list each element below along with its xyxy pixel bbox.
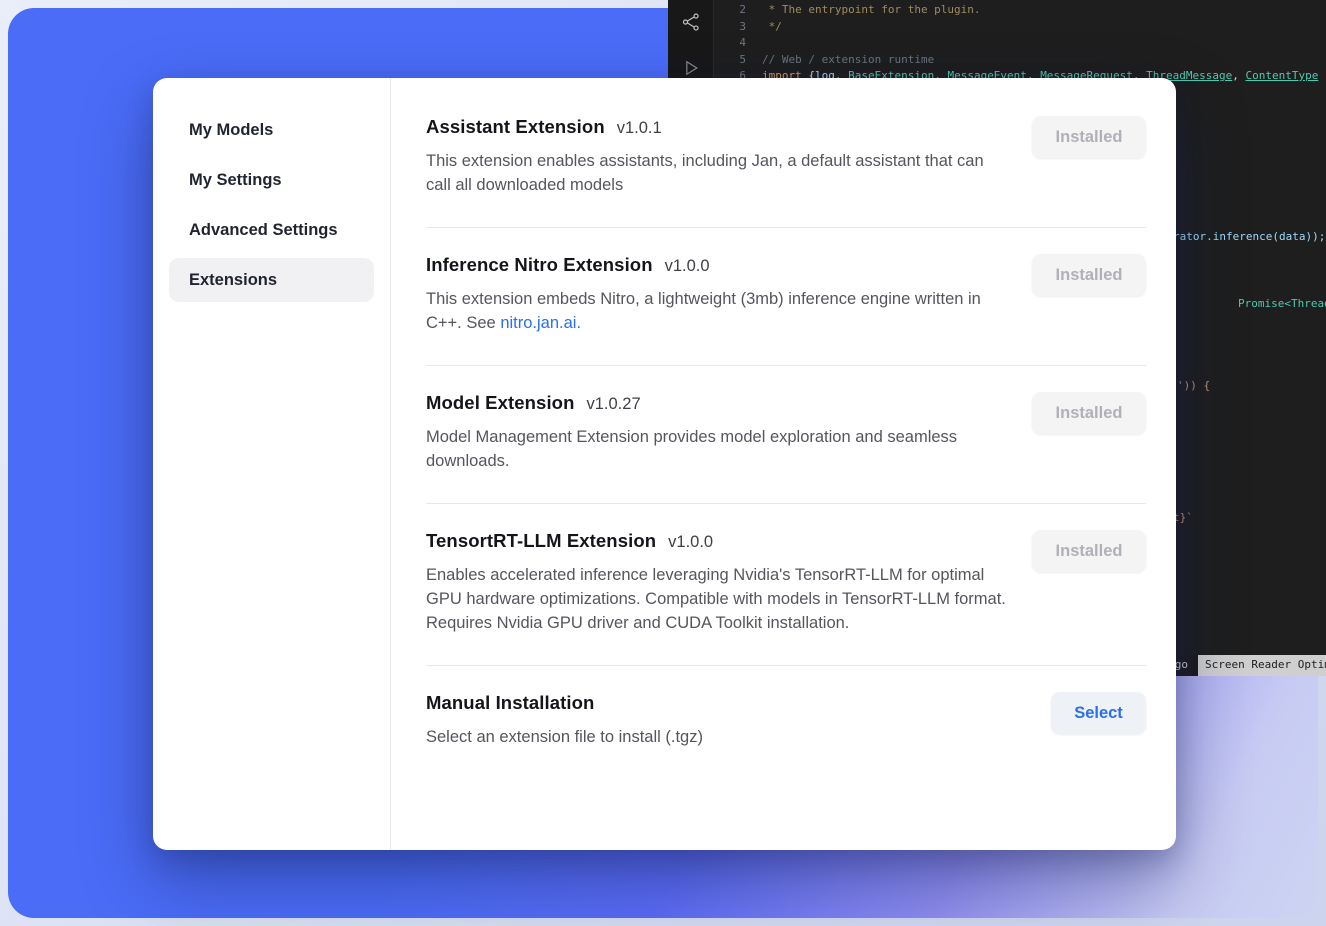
extension-description: This extension embeds Nitro, a lightweig… xyxy=(426,287,1008,335)
code-line: 4 xyxy=(714,35,1326,52)
extension-version: v1.0.27 xyxy=(587,395,641,414)
extension-title: Inference Nitro Extension xyxy=(426,254,653,276)
extension-info: Inference Nitro Extension v1.0.0 This ex… xyxy=(426,254,1008,335)
code-text: */ xyxy=(762,19,782,36)
desktop-canvas: 2 * The entrypoint for the plugin. 3 */ … xyxy=(0,0,1326,926)
sidebar-item-my-models[interactable]: My Models xyxy=(169,108,374,152)
settings-modal: My Models My Settings Advanced Settings … xyxy=(153,78,1176,850)
extension-version: v1.0.0 xyxy=(668,533,713,552)
installed-button[interactable]: Installed xyxy=(1032,392,1146,434)
extension-version: v1.0.0 xyxy=(665,257,710,276)
code-line: 2 * The entrypoint for the plugin. xyxy=(714,2,1326,19)
code-token: , xyxy=(1232,68,1245,85)
installed-button[interactable]: Installed xyxy=(1032,254,1146,296)
manual-installation-row: Manual Installation Select an extension … xyxy=(426,665,1146,779)
select-file-button[interactable]: Select xyxy=(1051,692,1146,734)
extension-info: TensortRT-LLM Extension v1.0.0 Enables a… xyxy=(426,530,1008,635)
sidebar-item-extensions[interactable]: Extensions xyxy=(169,258,374,302)
code-area: 2 * The entrypoint for the plugin. 3 */ … xyxy=(714,2,1326,85)
extension-info: Model Extension v1.0.27 Model Management… xyxy=(426,392,1008,473)
code-text: * The entrypoint for the plugin. xyxy=(762,2,981,19)
code-line: 3 */ xyxy=(714,19,1326,36)
line-number: 4 xyxy=(714,35,762,52)
code-text: // Web / extension runtime xyxy=(762,52,934,69)
extension-row-tensorrt: TensortRT-LLM Extension v1.0.0 Enables a… xyxy=(426,503,1146,665)
nitro-link[interactable]: nitro.jan.ai. xyxy=(500,314,581,332)
extension-info: Assistant Extension v1.0.1 This extensio… xyxy=(426,116,1008,197)
share-icon[interactable] xyxy=(679,10,703,34)
code-line: 5// Web / extension runtime xyxy=(714,52,1326,69)
extension-description: This extension enables assistants, inclu… xyxy=(426,149,1008,197)
code-fragment: Promise<ThreadMessage> xyxy=(1238,296,1326,313)
settings-sidebar: My Models My Settings Advanced Settings … xyxy=(153,78,391,850)
sidebar-item-my-settings[interactable]: My Settings xyxy=(169,158,374,202)
code-token: ContentType xyxy=(1246,68,1319,85)
extension-row-nitro: Inference Nitro Extension v1.0.0 This ex… xyxy=(426,227,1146,365)
installed-button[interactable]: Installed xyxy=(1032,116,1146,158)
manual-installation-description: Select an extension file to install (.tg… xyxy=(426,725,1011,749)
run-debug-icon[interactable] xyxy=(679,56,703,80)
manual-installation-title: Manual Installation xyxy=(426,692,594,714)
extension-version: v1.0.1 xyxy=(617,119,662,138)
extension-title: TensortRT-LLM Extension xyxy=(426,530,656,552)
line-number: 3 xyxy=(714,19,762,36)
extension-description: Model Management Extension provides mode… xyxy=(426,425,1008,473)
extension-info: Manual Installation Select an extension … xyxy=(426,692,1011,749)
line-number: 2 xyxy=(714,2,762,19)
extensions-panel: Assistant Extension v1.0.1 This extensio… xyxy=(391,78,1176,850)
extension-row-model: Model Extension v1.0.27 Model Management… xyxy=(426,365,1146,503)
status-language-item[interactable]: go xyxy=(1175,657,1188,674)
code-fragment: ')) { xyxy=(1177,378,1210,395)
line-number: 5 xyxy=(714,52,762,69)
sidebar-item-advanced-settings[interactable]: Advanced Settings xyxy=(169,208,374,252)
screen-reader-optimize-badge[interactable]: Screen Reader Optimize xyxy=(1198,655,1326,676)
installed-button[interactable]: Installed xyxy=(1032,530,1146,572)
code-fragment: rator.inference(data)); xyxy=(1173,229,1325,246)
extension-row-assistant: Assistant Extension v1.0.1 This extensio… xyxy=(426,90,1146,227)
extension-title: Assistant Extension xyxy=(426,116,605,138)
extension-title: Model Extension xyxy=(426,392,575,414)
extension-description: Enables accelerated inference leveraging… xyxy=(426,563,1008,635)
